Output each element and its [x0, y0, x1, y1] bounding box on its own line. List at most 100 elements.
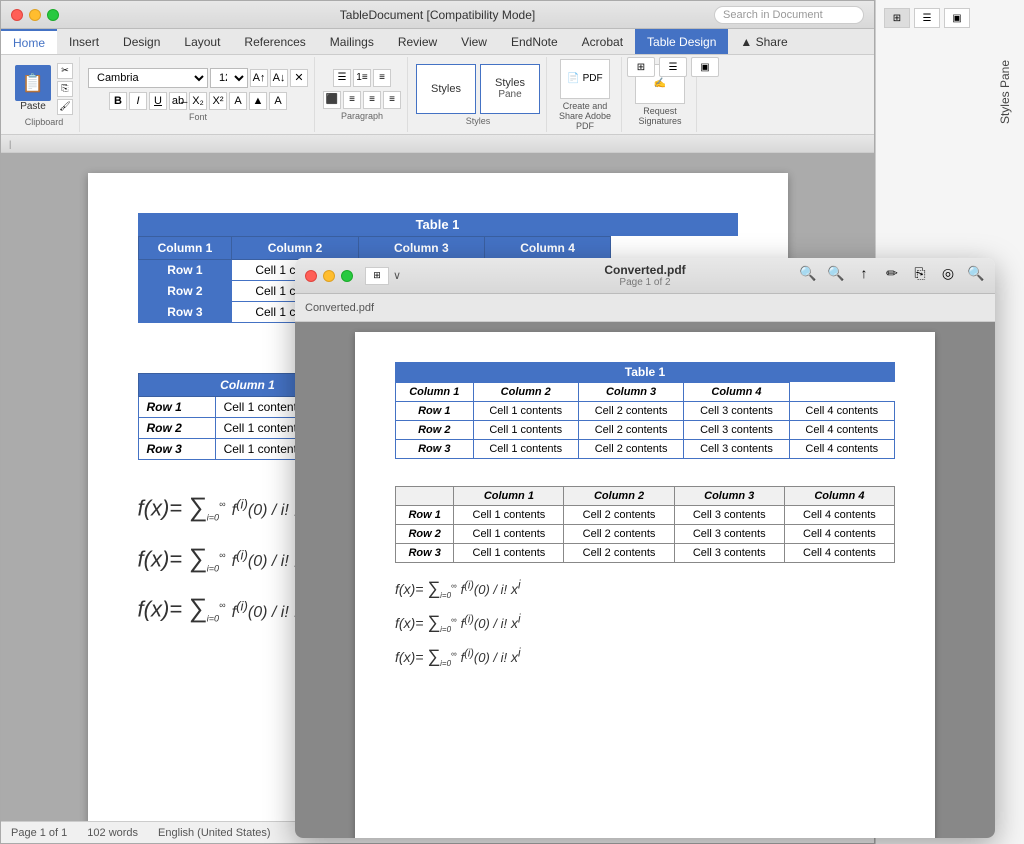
clipboard-label: Clipboard	[25, 117, 64, 127]
panel-view-icon[interactable]: ▣	[691, 57, 719, 77]
word-title-bar: TableDocument [Compatibility Mode] Searc…	[1, 1, 874, 29]
pdf-formula-2: f(x)= ∑i=0∞ f(i)(0) / i! xi	[395, 612, 895, 634]
pdf-traffic-lights	[305, 270, 353, 282]
minimize-button[interactable]	[29, 9, 41, 21]
pdf-table-2: Column 1 Column 2 Column 3 Column 4 Row …	[395, 486, 895, 563]
table-row: Row 3 Cell 1 contents Cell 2 contents Ce…	[396, 440, 895, 459]
close-button[interactable]	[11, 9, 23, 21]
multilevel-button[interactable]: ≡	[373, 69, 391, 87]
word-table-col1-header: Column 1	[138, 237, 232, 260]
tab-design[interactable]: Design	[111, 29, 172, 54]
tab-acrobat[interactable]: Acrobat	[570, 29, 635, 54]
pdf-zoom-in-icon[interactable]: 🔍	[825, 262, 847, 284]
pdf-copy-icon[interactable]: ⎘	[909, 262, 931, 284]
pdf-t1-r3-c2: Cell 2 contents	[578, 440, 683, 459]
pdf-t1-col3: Column 3	[578, 383, 683, 402]
cut-button[interactable]: ✂	[57, 63, 73, 79]
pdf-t2-r3-c2: Cell 2 contents	[564, 544, 674, 563]
pdf-t1-r3-c4: Cell 4 contents	[789, 440, 894, 459]
search-input[interactable]: Search in Document	[714, 6, 864, 24]
tab-view[interactable]: View	[449, 29, 499, 54]
font-size-select[interactable]: 12	[210, 68, 248, 88]
pdf-t2-r1-c2: Cell 2 contents	[564, 506, 674, 525]
tab-mailings[interactable]: Mailings	[318, 29, 386, 54]
strikethrough-button[interactable]: ab̶	[169, 92, 187, 110]
tab-references[interactable]: References	[232, 29, 317, 54]
increase-font-button[interactable]: A↑	[250, 69, 268, 87]
acrobat-group: 📄 PDF Create and Share Adobe PDF	[549, 57, 622, 132]
pane-view-icons: ⊞ ☰ ▣	[876, 0, 1024, 36]
paste-button[interactable]: 📋 Paste	[15, 65, 51, 112]
narrow-row1-label: Row 1	[138, 397, 215, 418]
pdf-content-area: Table 1 Column 1 Column 2 Column 3 Colum…	[295, 322, 995, 838]
bold-button[interactable]: B	[109, 92, 127, 110]
panel-icon[interactable]: ▣	[944, 8, 970, 28]
narrow-row2-label: Row 2	[138, 418, 215, 439]
align-center-button[interactable]: ≡	[343, 91, 361, 109]
format-painter-button[interactable]: 🖌	[57, 99, 73, 115]
tab-insert[interactable]: Insert	[57, 29, 111, 54]
justify-button[interactable]: ≡	[383, 91, 401, 109]
table-row: Row 2 Cell 1 contents Cell 2 contents Ce…	[396, 525, 895, 544]
tab-endnote[interactable]: EndNote	[499, 29, 570, 54]
pdf-title-bar: ⊞ ∨ Converted.pdf Page 1 of 2 🔍 🔍 ↑ ✏ ⎘ …	[295, 258, 995, 294]
decrease-font-button[interactable]: A↓	[270, 69, 288, 87]
pdf-view-btn[interactable]: ⊞	[365, 267, 389, 285]
font-color-button[interactable]: A	[229, 92, 247, 110]
pdf-t1-r3-c3: Cell 3 contents	[684, 440, 789, 459]
pdf-t2-r2-c2: Cell 2 contents	[564, 525, 674, 544]
list-icon[interactable]: ☰	[914, 8, 940, 28]
paragraph-group: ☰ 1≡ ≡ ⬛ ≡ ≡ ≡ Paragraph	[317, 57, 408, 132]
pdf-nav-icon[interactable]: ◎	[937, 262, 959, 284]
copy-button[interactable]: ⎘	[57, 81, 73, 97]
pdf-t2-r3-c1: Cell 1 contents	[454, 544, 564, 563]
tab-share[interactable]: ▲ Share	[728, 29, 799, 54]
pdf-search-icon[interactable]: 🔍	[965, 262, 987, 284]
list-view-icon[interactable]: ☰	[659, 57, 687, 77]
font-group: Cambria 12 A↑ A↓ ✕ B I U ab̶ X₂ X² A ▲ A	[82, 57, 315, 132]
pdf-view-label: ∨	[391, 267, 403, 285]
pdf-formula-3: f(x)= ∑i=0∞ f(i)(0) / i! xi	[395, 646, 895, 668]
pdf-close-button[interactable]	[305, 270, 317, 282]
pdf-t2-r2-c1: Cell 1 contents	[454, 525, 564, 544]
clear-format-button[interactable]: ✕	[290, 69, 308, 87]
grid-icon[interactable]: ⊞	[884, 8, 910, 28]
pdf-t1-r2-c3: Cell 3 contents	[684, 421, 789, 440]
tab-layout[interactable]: Layout	[172, 29, 232, 54]
styles-button[interactable]: Styles	[416, 64, 476, 114]
pdf-maximize-button[interactable]	[341, 270, 353, 282]
subscript-button[interactable]: X₂	[189, 92, 207, 110]
pdf-t1-r1-c2: Cell 2 contents	[578, 402, 683, 421]
highlight-button[interactable]: ▲	[249, 92, 267, 110]
italic-button[interactable]: I	[129, 92, 147, 110]
superscript-button[interactable]: X²	[209, 92, 227, 110]
pdf-t1-r1-c3: Cell 3 contents	[684, 402, 789, 421]
tab-review[interactable]: Review	[386, 29, 449, 54]
numbering-button[interactable]: 1≡	[353, 69, 371, 87]
pdf-t2-r3-label: Row 3	[396, 544, 454, 563]
align-left-button[interactable]: ⬛	[323, 91, 341, 109]
pdf-zoom-out-icon[interactable]: 🔍	[797, 262, 819, 284]
styles-pane-button[interactable]: Styles Pane	[480, 64, 540, 114]
grid-view-icon[interactable]: ⊞	[627, 57, 655, 77]
create-share-pdf-button[interactable]: 📄 PDF Create and Share Adobe PDF	[555, 59, 615, 131]
pdf-formulas-section: f(x)= ∑i=0∞ f(i)(0) / i! xi f(x)= ∑i=0∞ …	[395, 578, 895, 667]
pdf-pencil-icon[interactable]: ✏	[881, 262, 903, 284]
tab-table-design[interactable]: Table Design	[635, 29, 728, 54]
pdf-t2-r1-c3: Cell 3 contents	[674, 506, 784, 525]
pdf-secondary-toolbar: Converted.pdf	[295, 294, 995, 322]
view-icons: ⊞ ☰ ▣	[627, 57, 719, 77]
font-family-select[interactable]: Cambria	[88, 68, 208, 88]
bullets-button[interactable]: ☰	[333, 69, 351, 87]
pdf-t1-col2: Column 2	[473, 383, 578, 402]
pdf-minimize-button[interactable]	[323, 270, 335, 282]
pdf-t2-r3-c4: Cell 4 contents	[784, 544, 894, 563]
row3-label: Row 3	[138, 302, 232, 323]
text-color-button2[interactable]: A	[269, 92, 287, 110]
tab-home[interactable]: Home	[1, 29, 57, 54]
pdf-share-icon[interactable]: ↑	[853, 262, 875, 284]
pdf-t2-r1-c4: Cell 4 contents	[784, 506, 894, 525]
align-right-button[interactable]: ≡	[363, 91, 381, 109]
underline-button[interactable]: U	[149, 92, 167, 110]
maximize-button[interactable]	[47, 9, 59, 21]
